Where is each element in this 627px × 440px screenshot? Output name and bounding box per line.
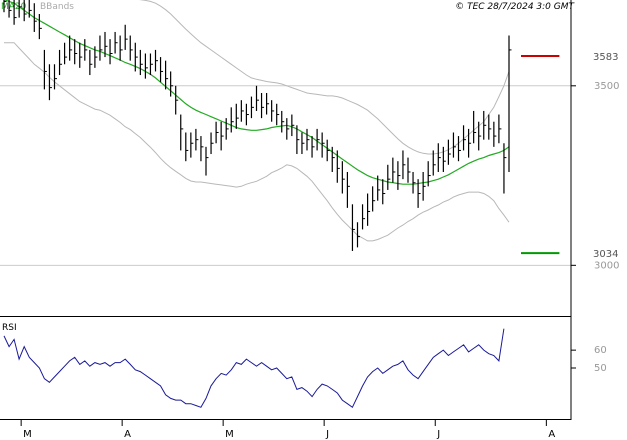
copyright-label: © TEC 28/7/2024 3:0 GMT	[455, 2, 575, 12]
x-tick-label-A: A	[124, 429, 131, 440]
x-tick-label-J: J	[436, 429, 440, 440]
x-tick-label-M: M	[225, 429, 234, 440]
rsi-label: RSI	[2, 323, 17, 333]
x-tick-label-J: J	[325, 429, 329, 440]
legend-bbands: BBands	[40, 2, 74, 12]
y-tick-label-3500: 3500	[594, 81, 619, 92]
x-tick-label-M: M	[23, 429, 32, 440]
x-tick-label-A: A	[548, 429, 555, 440]
rsi-tick-label-50: 50	[594, 363, 607, 374]
rsi-tick-label-60: 60	[594, 345, 607, 356]
price-chart: MA20 BBands © TEC 28/7/2024 3:0 GMT 3000…	[0, 0, 627, 440]
resistance-label: 3583	[593, 52, 618, 63]
y-tick-label-3000: 3000	[594, 260, 619, 271]
support-label: 3034	[593, 249, 618, 260]
chart-background	[0, 0, 627, 440]
